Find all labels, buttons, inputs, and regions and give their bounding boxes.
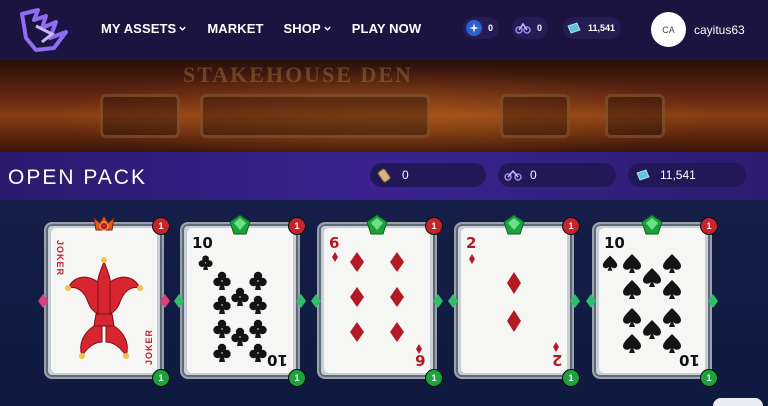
chevron-down-icon — [179, 26, 187, 31]
banner-window — [200, 94, 430, 138]
balance-bike-value: 0 — [530, 168, 537, 182]
card-count-top-badge: 1 — [288, 217, 306, 235]
currency-star-value: 0 — [488, 23, 494, 33]
diamond-pips-icon — [332, 252, 422, 354]
balance-ticket: 11,541 — [628, 163, 746, 187]
user-menu[interactable]: CA cayitus63 — [651, 12, 745, 47]
currency-bike[interactable]: 0 — [512, 17, 549, 39]
diamond-pips-icon — [469, 254, 559, 352]
menu-play-now[interactable]: PLAY NOW — [352, 21, 421, 36]
card-count-bottom-badge: 1 — [288, 369, 306, 387]
ticket-icon — [566, 20, 582, 36]
currency-ticket[interactable]: 11,541 — [563, 17, 622, 39]
balance-scroll-value: 0 — [402, 168, 409, 182]
card-count-top-badge: 1 — [425, 217, 443, 235]
scroll-token-icon — [376, 166, 394, 184]
balance-ticket-value: 11,541 — [660, 168, 696, 182]
card-joker[interactable]: JOKER JOKER 1 1 — [38, 214, 170, 387]
chevron-down-icon — [324, 26, 331, 31]
top-nav: MY ASSETS MARKET SHOP PLAY NOW 0 0 11,54… — [0, 0, 768, 60]
chat-widget-button[interactable] — [713, 398, 763, 406]
menu-my-assets[interactable]: MY ASSETS — [101, 21, 187, 36]
bike-token-icon — [504, 166, 522, 184]
card-count-bottom-badge: 1 — [562, 369, 580, 387]
card-2-diamonds[interactable]: 2 2 1 1 — [448, 214, 580, 387]
card-10-spades[interactable]: 10 10 1 1 — [586, 214, 718, 387]
page-title: OPEN PACK — [8, 166, 147, 189]
balance-bike: 0 — [498, 163, 616, 187]
card-count-bottom-badge: 1 — [152, 369, 170, 387]
menu-shop-label: SHOP — [283, 21, 321, 36]
hero-banner: STAKEHOUSE DEN — [0, 60, 768, 152]
bike-token-icon — [515, 20, 531, 36]
currency-star[interactable]: 0 — [463, 17, 500, 39]
menu-market-label: MARKET — [207, 21, 264, 36]
card-count-bottom-badge: 1 — [425, 369, 443, 387]
username: cayitus63 — [694, 22, 745, 37]
star-token-icon — [466, 20, 482, 36]
card-count-top-badge: 1 — [152, 217, 170, 235]
banner-sign: STAKEHOUSE DEN — [183, 62, 413, 87]
banner-window — [605, 94, 665, 138]
balance-scroll: 0 — [370, 163, 486, 187]
ticket-icon — [634, 166, 652, 184]
spade-pips-icon — [602, 254, 681, 353]
banner-window — [500, 94, 570, 138]
banner-window — [100, 94, 180, 138]
card-6-diamonds[interactable]: 6 6 1 1 — [311, 214, 443, 387]
club-pips-icon — [198, 255, 267, 362]
card-count-bottom-badge: 1 — [700, 369, 718, 387]
menu-shop[interactable]: SHOP — [284, 21, 332, 36]
currency-ticket-value: 11,541 — [588, 23, 616, 33]
currency-bike-value: 0 — [537, 23, 543, 33]
menu-play-now-label: PLAY NOW — [351, 21, 422, 36]
joker-hat-icon — [65, 257, 143, 359]
menu-my-assets-label: MY ASSETS — [101, 21, 177, 36]
card-count-top-badge: 1 — [700, 217, 718, 235]
logo-icon[interactable] — [16, 8, 76, 52]
menu-market[interactable]: MARKET — [207, 21, 263, 36]
card-count-top-badge: 1 — [562, 217, 580, 235]
avatar[interactable]: CA — [651, 12, 686, 47]
card-10-clubs[interactable]: 10 10 1 1 — [174, 214, 306, 387]
